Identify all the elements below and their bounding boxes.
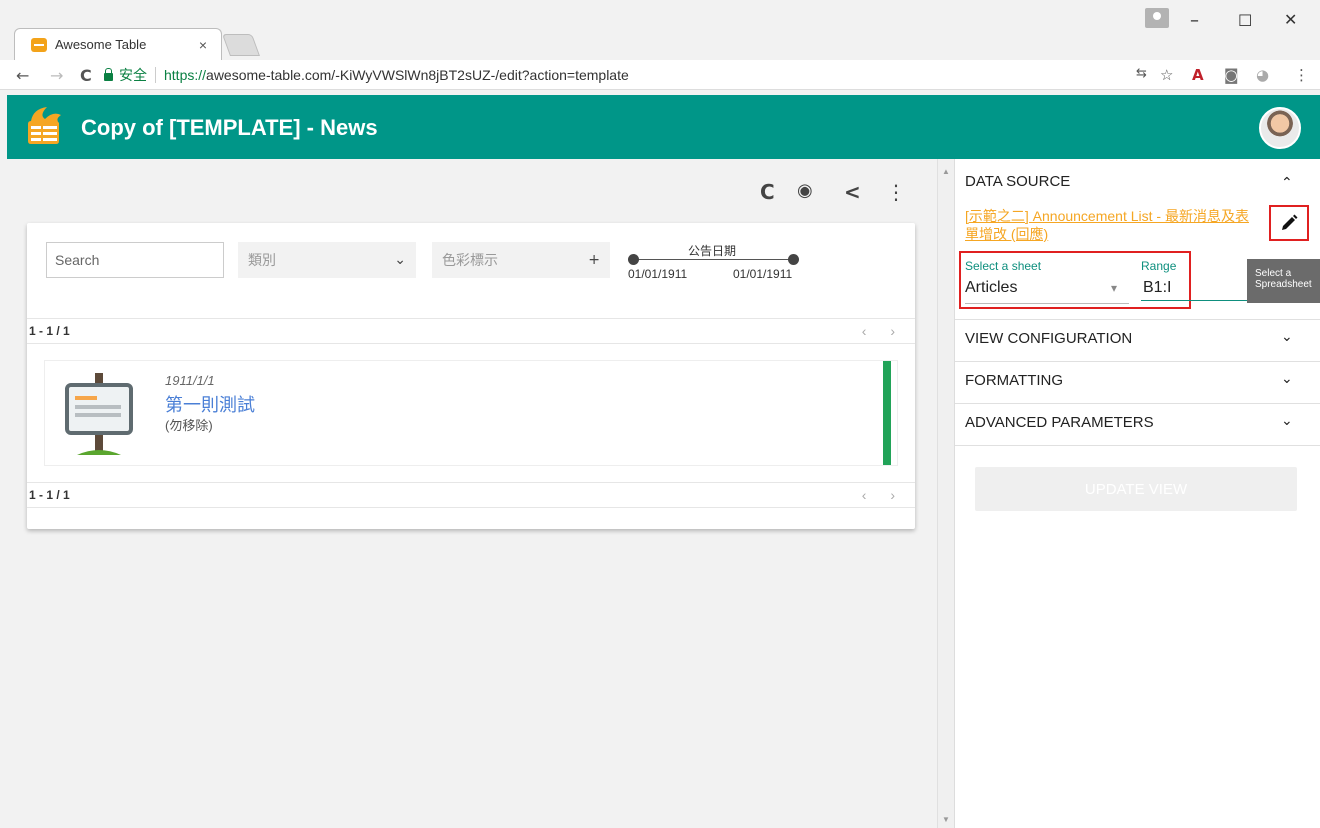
more-options-icon[interactable]: ⋮: [886, 180, 906, 204]
pager-top: 1 - 1 / 1 ‹ ›: [27, 318, 915, 344]
page-title: Copy of [TEMPLATE] - News: [81, 115, 378, 140]
range-label: Range: [1141, 259, 1177, 273]
pager-arrows[interactable]: ‹ ›: [862, 323, 905, 339]
preview-scrollbar[interactable]: ▲ ▼: [937, 159, 954, 828]
reload-icon[interactable]: C: [80, 66, 92, 85]
list-item[interactable]: 1911/1/1 第一則測試 (勿移除): [44, 360, 898, 466]
divider: [955, 319, 1320, 320]
data-source-title[interactable]: DATA SOURCE: [965, 173, 1070, 190]
chevron-down-icon[interactable]: ⌄: [1281, 371, 1293, 387]
select-spreadsheet-tooltip: Select a Spreadsheet: [1247, 259, 1320, 303]
pdf-extension-icon[interactable]: A: [1192, 66, 1204, 84]
date-range-end-handle[interactable]: [788, 254, 799, 265]
item-description: (勿移除): [165, 418, 213, 433]
url-divider: [155, 67, 156, 83]
edit-spreadsheet-button[interactable]: [1269, 205, 1309, 241]
sheet-select[interactable]: Articles: [965, 279, 1017, 297]
settings-sidebar: DATA SOURCE ⌃ [示範之二] Announcement List -…: [954, 159, 1320, 828]
tab-close-icon[interactable]: ×: [199, 37, 207, 53]
formatting-title[interactable]: FORMATTING: [965, 372, 1063, 389]
preview-eye-icon[interactable]: ◉: [797, 180, 813, 201]
address-bar: ← → C 安全 https:// awesome-table.com/-KiW…: [0, 60, 1320, 90]
dropdown-arrow-icon[interactable]: ▾: [1111, 281, 1117, 295]
plus-icon: +: [588, 252, 600, 268]
divider: [955, 445, 1320, 446]
chevron-down-icon[interactable]: ⌄: [1281, 329, 1293, 345]
awesome-table-logo-icon: [28, 107, 61, 144]
date-range-track: [635, 259, 793, 260]
category-filter-label: 類別: [248, 252, 276, 268]
secure-label: 安全: [119, 67, 147, 83]
date-range-start-handle[interactable]: [628, 254, 639, 265]
app-header: Copy of [TEMPLATE] - News: [7, 95, 1320, 159]
date-range-start: 01/01/1911: [628, 267, 688, 281]
date-range-label: 公告日期: [688, 244, 737, 258]
announcement-board-icon: [65, 373, 133, 455]
pager-arrows[interactable]: ‹ ›: [862, 487, 905, 503]
refresh-icon[interactable]: C: [760, 180, 775, 204]
category-filter[interactable]: 類別 ⌄: [238, 242, 416, 278]
close-window-button[interactable]: ✕: [1284, 10, 1297, 29]
url-protocol: https://: [164, 67, 207, 83]
sheet-underline: [965, 303, 1129, 304]
url-text: awesome-table.com/-KiWyVWSlWn8jBT2sUZ-/e…: [206, 67, 629, 83]
chevron-down-icon[interactable]: ⌄: [1281, 413, 1293, 429]
browser-tab[interactable]: Awesome Table ×: [14, 28, 222, 60]
awesome-table-favicon-icon: [31, 37, 47, 52]
pager-bottom: 1 - 1 / 1 ‹ ›: [27, 482, 915, 508]
tab-title: Awesome Table: [55, 37, 147, 52]
awesome-table-card: 類別 ⌄ 色彩標示 + 公告日期 01/01/1911 01/01/1911 1…: [27, 223, 915, 529]
color-indicator-bar: [883, 361, 891, 465]
date-range-end: 01/01/1911: [733, 267, 793, 281]
back-icon[interactable]: ←: [16, 66, 29, 85]
search-input[interactable]: [46, 242, 224, 278]
scroll-down-icon[interactable]: ▼: [942, 815, 950, 824]
divider: [955, 403, 1320, 404]
sheet-label: Select a sheet: [965, 259, 1042, 273]
color-filter-label: 色彩標示: [442, 252, 498, 268]
pager-count: 1 - 1 / 1: [29, 324, 70, 338]
color-filter[interactable]: 色彩標示 +: [432, 242, 610, 278]
lock-icon: [104, 68, 113, 81]
minimize-button[interactable]: –: [1190, 10, 1199, 31]
item-title-link[interactable]: 第一則測試: [165, 391, 255, 417]
update-view-button[interactable]: UPDATE VIEW: [975, 467, 1297, 511]
scroll-up-icon[interactable]: ▲: [942, 167, 950, 176]
range-input[interactable]: B1:I: [1143, 279, 1171, 297]
view-configuration-title[interactable]: VIEW CONFIGURATION: [965, 330, 1132, 347]
camera-extension-icon[interactable]: ◙: [1224, 66, 1239, 84]
forward-icon[interactable]: →: [50, 66, 63, 85]
url-field[interactable]: 安全 https:// awesome-table.com/-KiWyVWSlW…: [104, 63, 1120, 87]
vault-extension-icon[interactable]: ◕: [1256, 66, 1269, 84]
profile-icon[interactable]: [1145, 8, 1169, 28]
new-tab-button[interactable]: [221, 34, 261, 56]
advanced-parameters-title[interactable]: ADVANCED PARAMETERS: [965, 414, 1154, 431]
pager-count: 1 - 1 / 1: [29, 488, 70, 502]
item-date: 1911/1/1: [165, 373, 215, 388]
chevron-up-icon[interactable]: ⌃: [1281, 175, 1293, 191]
translate-icon[interactable]: ⇆: [1136, 66, 1147, 81]
browser-menu-icon[interactable]: ⋮: [1294, 66, 1309, 84]
browser-tabstrip: Awesome Table × – ☐ ✕: [0, 0, 1320, 60]
user-avatar[interactable]: [1259, 107, 1301, 149]
pencil-icon: [1282, 214, 1298, 230]
star-icon[interactable]: ☆: [1160, 66, 1173, 84]
divider: [955, 361, 1320, 362]
maximize-button[interactable]: ☐: [1238, 11, 1252, 30]
spreadsheet-link[interactable]: [示範之二] Announcement List - 最新消息及表單增改 (回應…: [965, 207, 1257, 243]
share-icon[interactable]: <: [844, 180, 861, 204]
chevron-down-icon: ⌄: [394, 252, 406, 268]
